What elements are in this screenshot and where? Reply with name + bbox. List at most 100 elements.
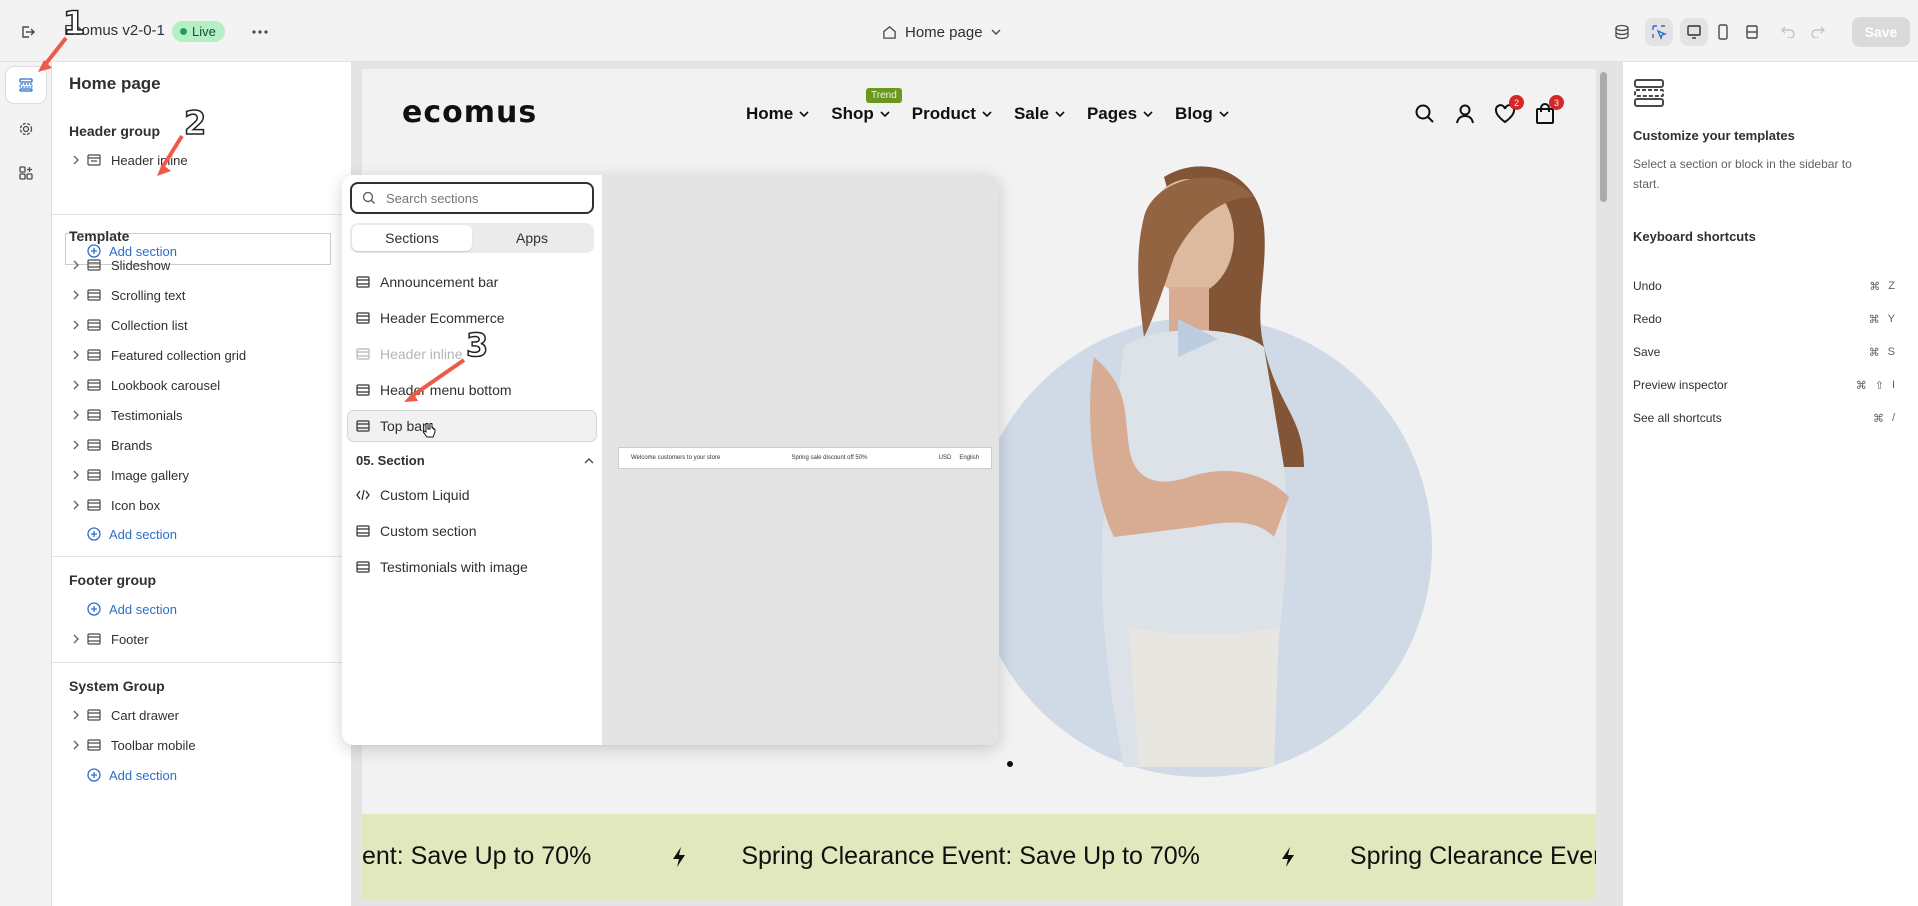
section-option-custom-section[interactable]: Custom section <box>348 516 596 546</box>
nav-item-shop[interactable]: Shop <box>831 104 890 124</box>
shortcut-row: See all shortcuts ⌘ / <box>1633 408 1895 428</box>
chevron-down-icon <box>880 111 890 117</box>
sidebar-item-testimonials[interactable]: Testimonials <box>69 402 339 428</box>
marquee-item: ent: Save Up to 70% <box>362 842 631 871</box>
section-category-header[interactable]: 05. Section <box>356 453 594 468</box>
nav-item-product[interactable]: Product <box>912 104 992 124</box>
tab-sections[interactable]: Sections <box>352 225 472 251</box>
chevron-right-icon[interactable] <box>65 320 87 330</box>
sidebar-item-brands[interactable]: Brands <box>69 432 339 458</box>
sidebar-item-featured-collection-grid[interactable]: Featured collection grid <box>69 342 339 368</box>
chevron-right-icon[interactable] <box>65 380 87 390</box>
sidebar-item-label: Lookbook carousel <box>111 377 221 393</box>
section-option-label: Custom section <box>380 523 477 539</box>
shortcut-key: ⌘ <box>1868 313 1880 326</box>
section-icon <box>87 379 111 391</box>
code-icon <box>356 489 370 501</box>
store-logo[interactable]: ecomus <box>402 95 537 130</box>
more-actions-icon[interactable] <box>246 18 274 46</box>
sidebar-item-image-gallery[interactable]: Image gallery <box>69 462 339 488</box>
section-option-top-bar[interactable]: Top bar <box>347 410 597 442</box>
sidebar-item-slideshow[interactable]: Slideshow <box>69 252 339 278</box>
cart-icon[interactable]: 3 <box>1534 95 1564 125</box>
chevron-down-icon <box>991 29 1001 35</box>
tab-apps[interactable]: Apps <box>472 225 592 251</box>
chevron-right-icon[interactable] <box>65 500 87 510</box>
sidebar-item-scrolling-text[interactable]: Scrolling text <box>69 282 339 308</box>
section-option-label: Announcement bar <box>380 274 499 290</box>
footer-group-add-section-button[interactable]: Add section <box>69 596 177 622</box>
database-icon[interactable] <box>1608 18 1636 46</box>
save-button[interactable]: Save <box>1852 17 1910 47</box>
shortcut-key: ⌘ <box>1869 280 1881 293</box>
account-icon[interactable] <box>1454 103 1476 125</box>
search-icon[interactable] <box>1414 103 1436 125</box>
section-option-announcement-bar[interactable]: Announcement bar <box>348 267 596 297</box>
section-icon <box>356 348 370 360</box>
sidebar-item-label: Toolbar mobile <box>111 737 196 753</box>
shortcut-key: I <box>1891 378 1895 391</box>
redo-icon[interactable] <box>1806 18 1830 46</box>
shortcut-key: S <box>1887 345 1895 358</box>
sidebar-item-label: Slideshow <box>111 257 171 273</box>
chevron-right-icon[interactable] <box>65 350 87 360</box>
chevron-right-icon[interactable] <box>65 470 87 480</box>
chevron-right-icon[interactable] <box>65 634 87 644</box>
sidebar-item-lookbook-carousel[interactable]: Lookbook carousel <box>69 372 339 398</box>
chevron-right-icon[interactable] <box>65 155 87 165</box>
sidebar-item-header-inline[interactable]: Header inline <box>69 147 339 173</box>
section-option-custom-liquid[interactable]: Custom Liquid <box>348 480 596 510</box>
section-icon <box>87 154 111 166</box>
sidebar-item-icon-box[interactable]: Icon box <box>69 492 339 518</box>
divider <box>52 662 352 663</box>
nav-item-home[interactable]: Home <box>746 104 809 124</box>
chevron-up-icon[interactable] <box>584 457 594 464</box>
annotation-number: 1 <box>62 3 86 43</box>
settings-panel: Customize your templates Select a sectio… <box>1622 62 1918 906</box>
system-group-add-section-button[interactable]: Add section <box>69 762 177 788</box>
page-selector[interactable]: Home page <box>882 20 1001 44</box>
section-icon <box>356 561 370 573</box>
search-field[interactable] <box>350 182 594 214</box>
nav-label: Product <box>911 104 976 123</box>
chevron-right-icon[interactable] <box>65 440 87 450</box>
exit-icon[interactable] <box>14 18 42 46</box>
sidebar-item-label: Header inline <box>111 152 188 168</box>
sidebar-item-footer[interactable]: Footer <box>69 626 339 652</box>
inspector-icon[interactable] <box>1645 18 1673 46</box>
chevron-right-icon[interactable] <box>65 410 87 420</box>
app-embeds-icon[interactable] <box>6 155 46 191</box>
section-option-header-menu-bottom[interactable]: Header menu bottom <box>348 375 596 405</box>
nav-item-pages[interactable]: Pages <box>1087 104 1153 124</box>
sections-sidebar: Home page Header group Header inline Add… <box>52 62 352 906</box>
sidebar-item-collection-list[interactable]: Collection list <box>69 312 339 338</box>
search-sections-input[interactable] <box>386 190 576 206</box>
wishlist-icon[interactable]: 2 <box>1494 95 1524 125</box>
section-icon <box>87 289 111 301</box>
wishlist-count-badge: 2 <box>1509 95 1524 110</box>
sidebar-item-cart-drawer[interactable]: Cart drawer <box>69 702 339 728</box>
marquee-item: Spring Clearance Event: Save Up to 70 <box>1280 842 1596 871</box>
preview-scrollbar[interactable] <box>1600 72 1607 202</box>
undo-icon[interactable] <box>1776 18 1800 46</box>
slide-dot[interactable] <box>1007 761 1013 767</box>
sidebar-item-toolbar-mobile[interactable]: Toolbar mobile <box>69 732 339 758</box>
shortcut-key: Y <box>1887 312 1895 325</box>
template-add-section-button[interactable]: Add section <box>69 521 177 547</box>
sections-icon[interactable] <box>6 67 46 103</box>
marquee-item: Spring Clearance Event: Save Up to 70% <box>671 842 1240 871</box>
chevron-right-icon[interactable] <box>65 290 87 300</box>
nav-item-sale[interactable]: Sale <box>1014 104 1065 124</box>
section-option-testimonials-with-image[interactable]: Testimonials with image <box>348 552 596 582</box>
theme-settings-icon[interactable] <box>6 111 46 147</box>
fullscreen-icon[interactable] <box>1738 18 1766 46</box>
mobile-view-icon[interactable] <box>1709 18 1737 46</box>
chevron-right-icon[interactable] <box>65 260 87 270</box>
nav-label: Shop <box>831 104 874 123</box>
chevron-right-icon[interactable] <box>65 740 87 750</box>
desktop-view-icon[interactable] <box>1680 18 1708 46</box>
section-icon <box>87 349 111 361</box>
chevron-right-icon[interactable] <box>65 710 87 720</box>
plus-circle-icon <box>87 527 109 541</box>
nav-item-blog[interactable]: Blog <box>1175 104 1229 124</box>
